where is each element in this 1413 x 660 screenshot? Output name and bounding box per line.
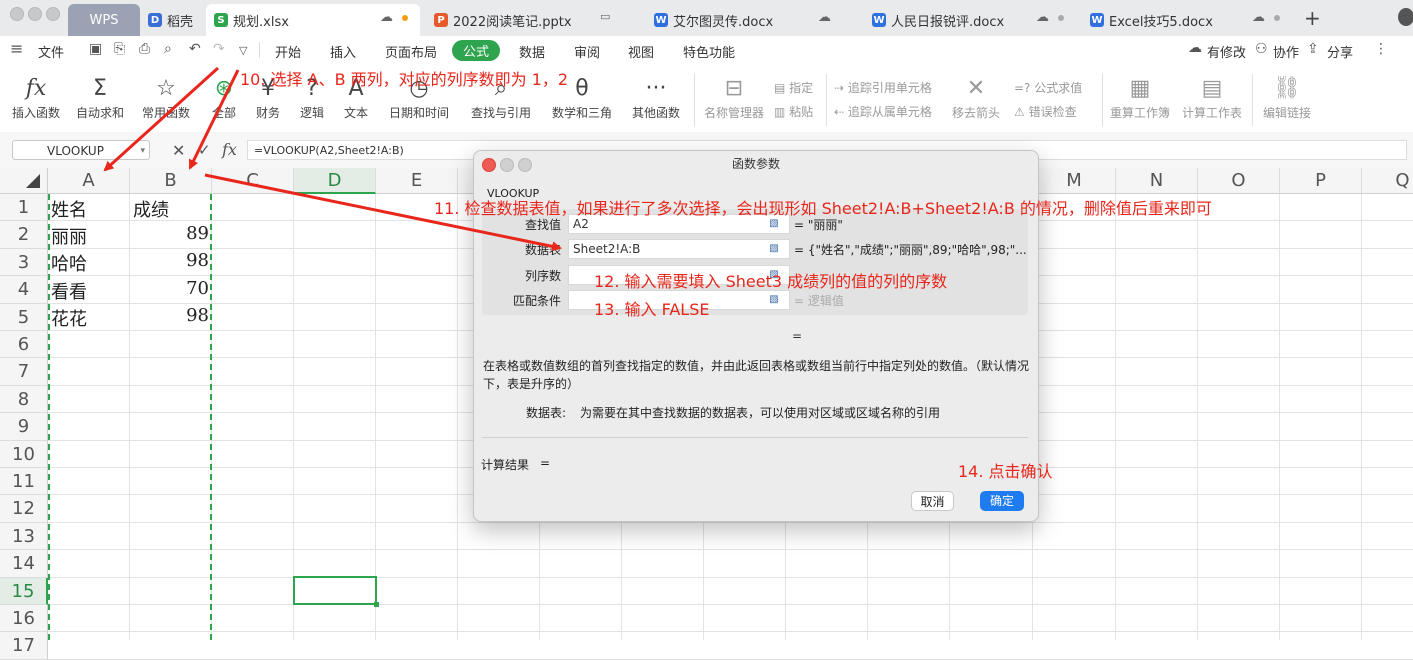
annotation-arrows bbox=[103, 66, 562, 252]
arrow-to-column-a bbox=[103, 66, 220, 172]
arrow-to-column-b bbox=[188, 69, 240, 170]
arrow-to-table-array bbox=[204, 173, 562, 252]
